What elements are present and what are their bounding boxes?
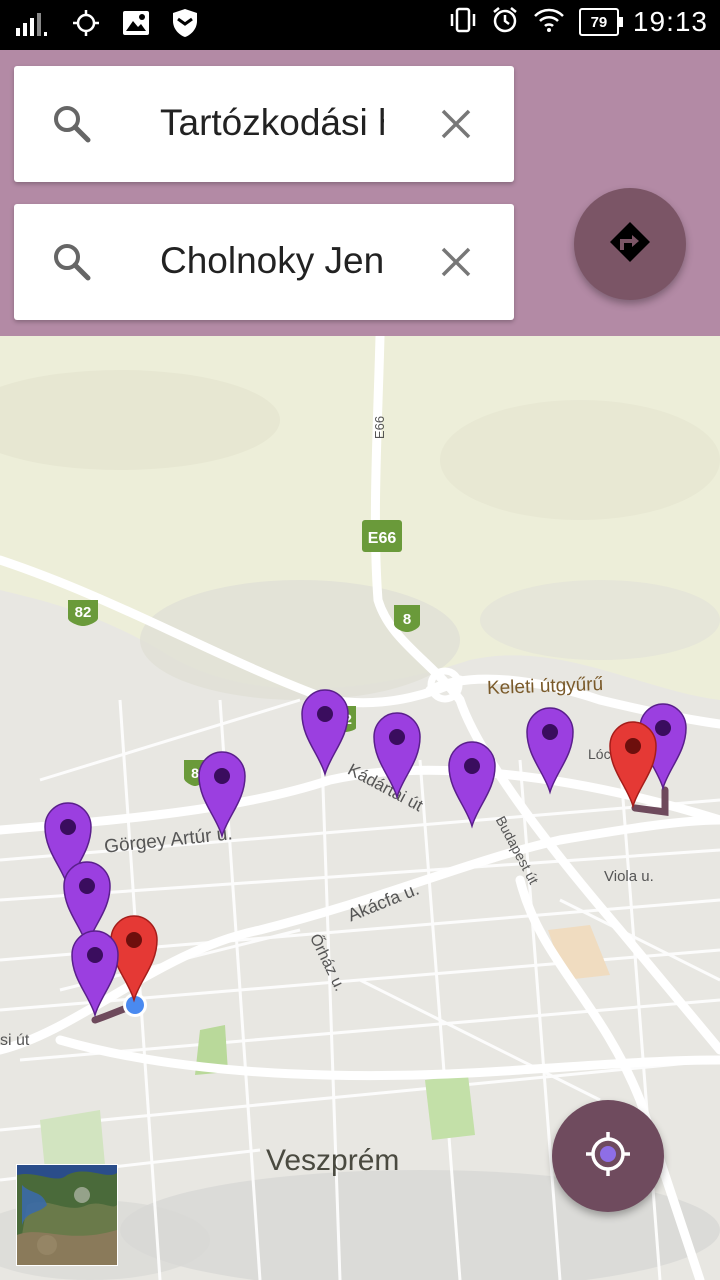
current-location-dot bbox=[126, 996, 144, 1014]
destination-search-field[interactable]: Cholnoky Jenő utca bbox=[14, 204, 514, 320]
road-shield-82-partial: 2 bbox=[336, 706, 356, 732]
shield-8-west-text: 8 bbox=[191, 765, 199, 781]
satellite-layer-toggle[interactable] bbox=[16, 1164, 118, 1266]
battery-level: 79 bbox=[590, 13, 608, 31]
clear-destination-icon[interactable] bbox=[438, 244, 474, 280]
road-shield-8: 8 bbox=[394, 605, 420, 632]
status-bar: 79 19:13 bbox=[0, 0, 720, 50]
road-label-keleti-utgyuru: Keleti útgyűrű bbox=[486, 673, 604, 700]
destination-input[interactable]: Cholnoky Jenő utca bbox=[160, 240, 384, 286]
image-icon bbox=[122, 10, 150, 40]
vibrate-icon bbox=[449, 6, 477, 38]
shield-82-text: 82 bbox=[75, 604, 92, 621]
road-label-si-ut: si út bbox=[0, 1032, 30, 1049]
my-location-button[interactable] bbox=[552, 1100, 664, 1212]
road-label-e66: E66 bbox=[372, 415, 388, 440]
battery-indicator: 79 bbox=[578, 8, 623, 36]
clear-origin-icon[interactable] bbox=[438, 106, 474, 142]
signal-icon bbox=[16, 10, 50, 40]
search-icon bbox=[52, 242, 92, 282]
search-icon bbox=[52, 104, 92, 144]
origin-input[interactable]: Tartózkodási hely bbox=[160, 102, 384, 148]
wifi-icon bbox=[533, 7, 565, 37]
road-shield-8-west: 8 bbox=[184, 760, 206, 786]
origin-search-field[interactable]: Tartózkodási hely bbox=[14, 66, 514, 182]
road-label-loc: Lóc u. bbox=[588, 746, 638, 762]
directions-button[interactable] bbox=[574, 188, 686, 300]
road-shield-e66: E66 bbox=[362, 520, 402, 552]
road-label-viola: Viola u. bbox=[604, 868, 654, 885]
gps-icon bbox=[72, 9, 100, 41]
directions-icon bbox=[608, 220, 652, 268]
shield-e66-text: E66 bbox=[368, 530, 397, 547]
road-shield-82: 82 bbox=[68, 600, 98, 626]
city-label-veszprem: Veszprém bbox=[266, 1144, 400, 1177]
route-header: Tartózkodási hely Cholnoky Jenő utca bbox=[0, 50, 720, 336]
shield-82-partial-text: 2 bbox=[344, 711, 352, 727]
crosshair-icon bbox=[584, 1130, 632, 1182]
alarm-icon bbox=[491, 6, 519, 38]
shield-icon bbox=[172, 8, 198, 42]
shield-8-text: 8 bbox=[403, 611, 411, 628]
clock: 19:13 bbox=[632, 6, 708, 37]
